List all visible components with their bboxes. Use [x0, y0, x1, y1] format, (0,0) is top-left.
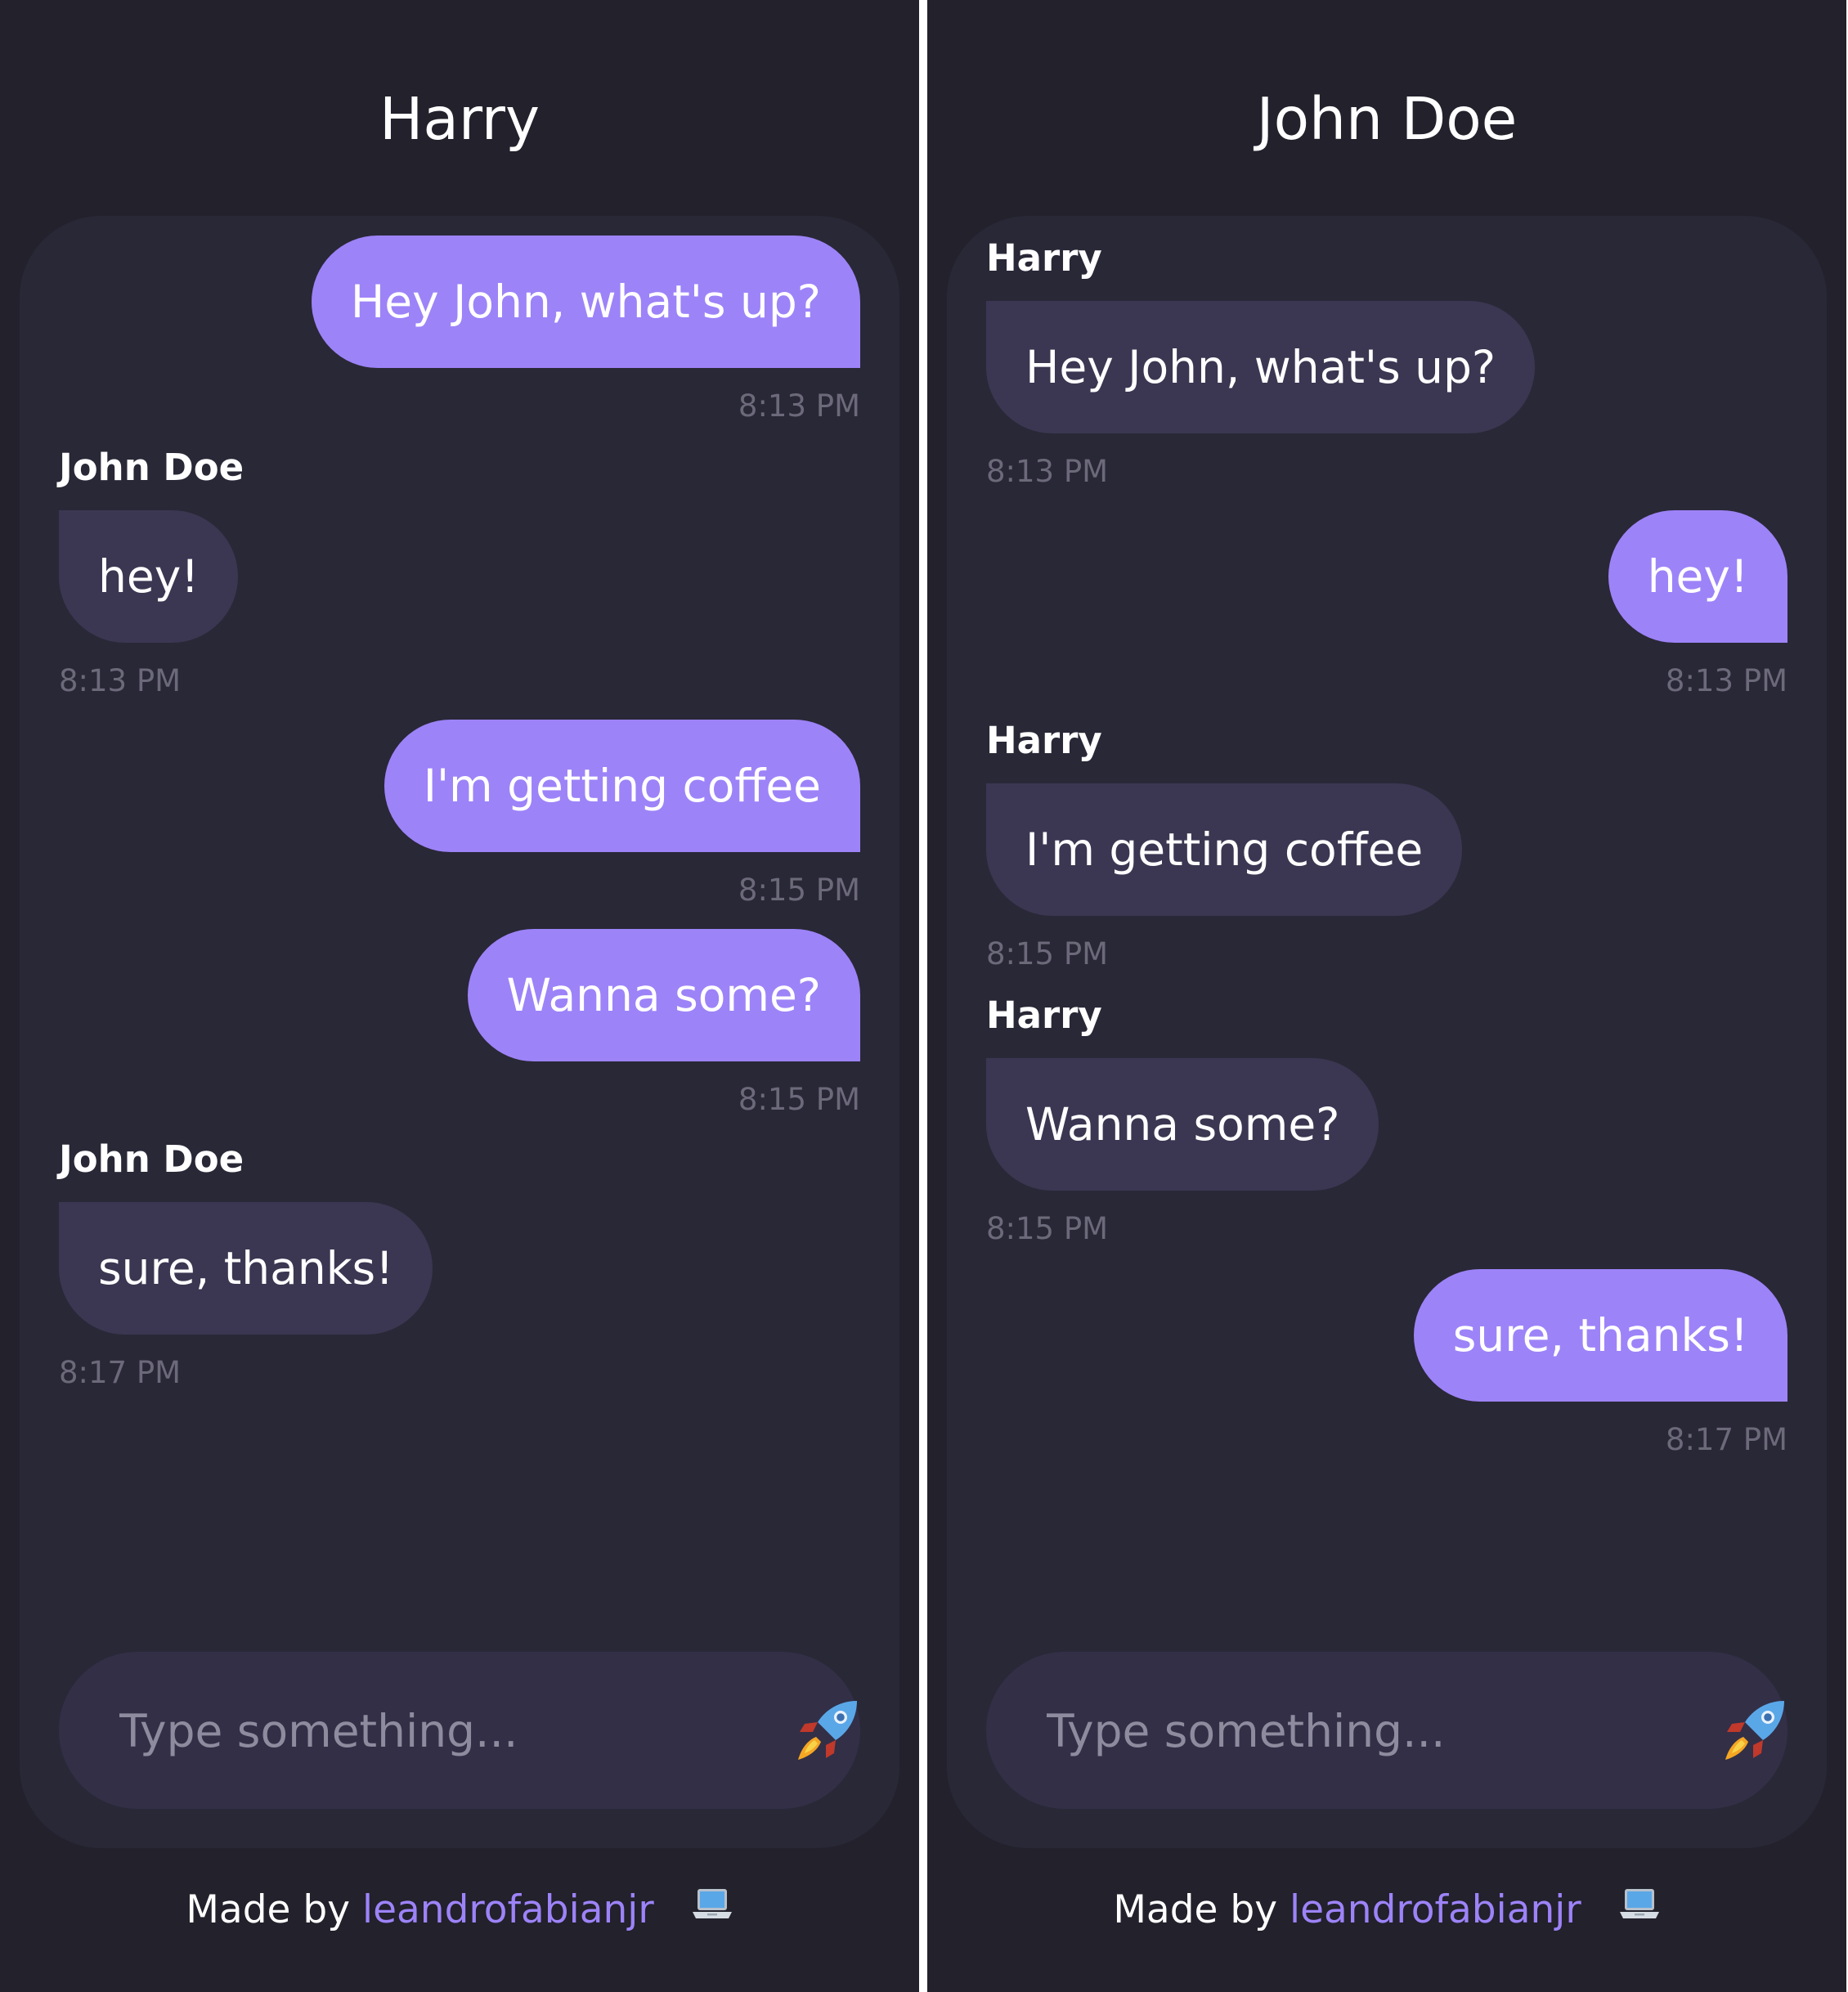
chat-pane-john-doe: John Doe Harry Hey John, what's up? 8:13…: [927, 0, 1846, 1992]
chat-window: Hey John, what's up? 8:13 PM John Doe he…: [20, 216, 899, 1848]
message-text: Wanna some?: [506, 969, 821, 1021]
send-button[interactable]: [795, 1698, 860, 1763]
message-timestamp: 8:15 PM: [986, 1211, 1109, 1246]
message-bubble-received: hey!: [59, 510, 239, 643]
message-bubble-received: sure, thanks!: [59, 1202, 433, 1335]
message-composer: [986, 1652, 1787, 1810]
message-timestamp: 8:15 PM: [738, 873, 860, 908]
message-text: I'm getting coffee: [423, 760, 821, 812]
message-text: Wanna some?: [1025, 1098, 1340, 1151]
message-timestamp: 8:13 PM: [738, 388, 860, 424]
footer-credit: Made by leandrofabianjr: [0, 1886, 919, 1937]
chat-title: Harry: [379, 85, 540, 153]
message-bubble-sent: Hey John, what's up?: [311, 236, 860, 368]
message-bubble-received: I'm getting coffee: [986, 783, 1463, 916]
message-bubble-sent: sure, thanks!: [1413, 1269, 1787, 1402]
author-link[interactable]: leandrofabianjr: [362, 1887, 654, 1932]
message-timestamp: 8:17 PM: [1665, 1422, 1787, 1457]
laptop-icon: [691, 1885, 733, 1934]
message-bubble-sent: I'm getting coffee: [384, 720, 860, 852]
chat-title: John Doe: [1256, 85, 1518, 153]
message-text: Hey John, what's up?: [1025, 341, 1496, 393]
message-text: I'm getting coffee: [1025, 823, 1424, 876]
message-sender: John Doe: [59, 446, 244, 489]
footer-credit: Made by leandrofabianjr: [927, 1886, 1846, 1937]
message-sender: Harry: [986, 994, 1102, 1037]
laptop-icon: [1618, 1885, 1661, 1934]
message-timestamp: 8:13 PM: [1665, 663, 1787, 698]
chat-demo-screen: Harry Hey John, what's up? 8:13 PM John …: [0, 0, 1848, 1992]
message-bubble-sent: Wanna some?: [467, 929, 860, 1061]
send-button[interactable]: [1722, 1698, 1787, 1763]
message-composer: [59, 1652, 860, 1810]
author-link[interactable]: leandrofabianjr: [1290, 1887, 1581, 1932]
chat-window: Harry Hey John, what's up? 8:13 PM hey! …: [947, 216, 1827, 1848]
rocket-icon: [1725, 1701, 1784, 1760]
message-list[interactable]: Hey John, what's up? 8:13 PM John Doe he…: [20, 216, 899, 1810]
message-bubble-received: Wanna some?: [986, 1058, 1379, 1191]
message-timestamp: 8:15 PM: [986, 936, 1109, 971]
message-list[interactable]: Harry Hey John, what's up? 8:13 PM hey! …: [947, 216, 1827, 1810]
message-input[interactable]: [118, 1652, 742, 1810]
message-sender: John Doe: [59, 1137, 244, 1181]
message-input[interactable]: [1045, 1652, 1670, 1810]
message-timestamp: 8:13 PM: [59, 663, 182, 698]
footer-prefix: Made by: [1113, 1887, 1278, 1932]
message-text: sure, thanks!: [1452, 1309, 1748, 1362]
chat-pane-harry: Harry Hey John, what's up? 8:13 PM John …: [0, 0, 919, 1992]
message-bubble-sent: hey!: [1608, 510, 1787, 643]
message-sender: Harry: [986, 719, 1102, 762]
message-sender: Harry: [986, 236, 1102, 280]
message-text: Hey John, what's up?: [350, 276, 821, 328]
message-timestamp: 8:17 PM: [59, 1355, 182, 1390]
message-timestamp: 8:13 PM: [986, 454, 1109, 489]
rocket-icon: [798, 1701, 857, 1760]
message-text: hey!: [98, 550, 200, 603]
message-text: sure, thanks!: [98, 1242, 394, 1294]
message-bubble-received: Hey John, what's up?: [986, 301, 1536, 433]
message-timestamp: 8:15 PM: [738, 1082, 860, 1117]
footer-prefix: Made by: [186, 1887, 351, 1932]
message-text: hey!: [1647, 550, 1748, 603]
